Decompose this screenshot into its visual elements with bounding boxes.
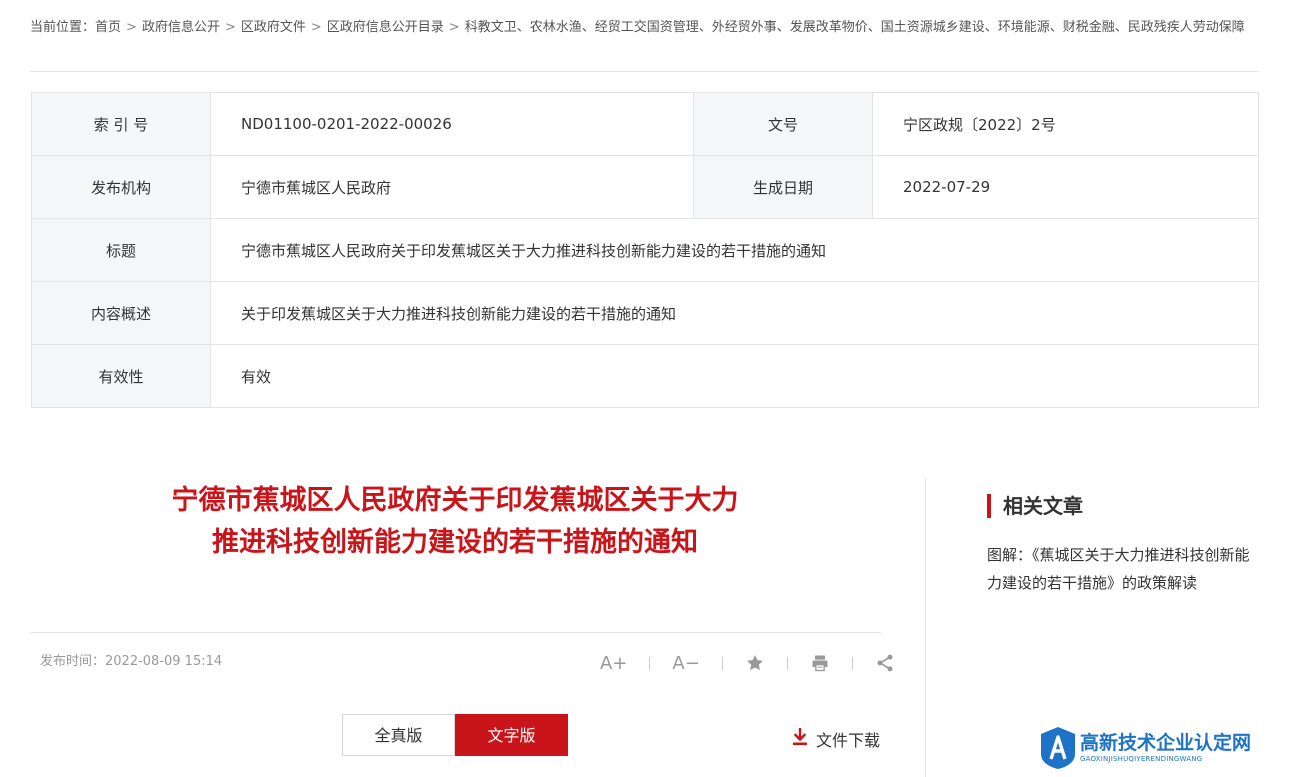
- watermark-text: 高新技术企业认定网 GAOXINJISHUQIYERENDINGWANG: [1080, 732, 1251, 764]
- table-row: 发布机构 宁德市蕉城区人民政府 生成日期 2022-07-29: [31, 155, 1259, 219]
- validity-label: 有效性: [31, 344, 211, 408]
- validity-value: 有效: [210, 344, 1259, 408]
- file-download-link[interactable]: 文件下载: [792, 727, 880, 751]
- share-icon[interactable]: [875, 653, 895, 673]
- article-toolbar: A+ A−: [600, 650, 895, 676]
- docno-value: 宁区政规〔2022〕2号: [872, 92, 1259, 156]
- toolbar-divider: [721, 656, 723, 670]
- watermark-logo-icon: [1041, 727, 1075, 769]
- font-decrease-button[interactable]: A−: [672, 653, 699, 674]
- version-switch: 全真版 文字版: [342, 714, 568, 756]
- index-label: 索 引 号: [31, 92, 211, 156]
- watermark-pinyin: GAOXINJISHUQIYERENDINGWANG: [1080, 755, 1203, 763]
- title-value: 宁德市蕉城区人民政府关于印发蕉城区关于大力推进科技创新能力建设的若干措施的通知: [210, 218, 1259, 282]
- summary-value: 关于印发蕉城区关于大力推进科技创新能力建设的若干措施的通知: [210, 281, 1259, 345]
- page: 当前位置：首页 > 政府信息公开 > 区政府文件 > 区政府信息公开目录 > 科教文卫、农林水渔…: [0, 0, 1289, 777]
- breadcrumb-catalog[interactable]: 区政府信息公开目录: [327, 20, 444, 35]
- breadcrumb-separator: >: [448, 20, 460, 35]
- star-icon[interactable]: [745, 653, 765, 673]
- download-label: 文件下载: [816, 731, 881, 750]
- breadcrumb-separator: >: [126, 20, 137, 35]
- download-icon: [792, 727, 816, 750]
- column-divider: [925, 478, 926, 777]
- toolbar-divider: [851, 656, 853, 670]
- breadcrumb-separator: >: [224, 20, 236, 35]
- breadcrumb-prefix: 当前位置：: [30, 20, 96, 35]
- breadcrumb-separator: >: [310, 20, 322, 35]
- date-label: 生成日期: [693, 155, 873, 219]
- table-row: 有效性 有效: [31, 344, 1259, 408]
- publisher-label: 发布机构: [31, 155, 211, 219]
- breadcrumb-category[interactable]: 科教文卫、农林水渔、经贸工交国资管理、外经贸外事、发展改革物价、国土资源城乡建设…: [465, 20, 1245, 35]
- docno-label: 文号: [693, 92, 873, 156]
- publisher-value: 宁德市蕉城区人民政府: [210, 155, 694, 219]
- toolbar-divider: [649, 656, 651, 670]
- date-value: 2022-07-29: [872, 155, 1259, 219]
- table-row: 索 引 号 ND01100-0201-2022-00026 文号 宁区政规〔20…: [31, 92, 1259, 156]
- breadcrumb: 当前位置：首页 > 政府信息公开 > 区政府文件 > 区政府信息公开目录 > 科教文卫、农林水渔…: [30, 17, 1260, 39]
- text-version-button[interactable]: 文字版: [455, 714, 568, 756]
- table-row: 标题 宁德市蕉城区人民政府关于印发蕉城区关于大力推进科技创新能力建设的若干措施的…: [31, 218, 1259, 282]
- related-articles-heading: 相关文章: [987, 494, 1083, 518]
- watermark: 高新技术企业认定网 GAOXINJISHUQIYERENDINGWANG: [1040, 726, 1251, 770]
- breadcrumb-home[interactable]: 首页: [95, 20, 121, 35]
- breadcrumb-gov-info[interactable]: 政府信息公开: [142, 20, 220, 35]
- breadcrumb-district-docs[interactable]: 区政府文件: [241, 20, 306, 35]
- breadcrumb-divider: [30, 71, 1259, 72]
- article-divider: [30, 632, 881, 633]
- full-version-button[interactable]: 全真版: [342, 714, 455, 756]
- toolbar-divider: [786, 656, 788, 670]
- article-title: 宁德市蕉城区人民政府关于印发蕉城区关于大力推进科技创新能力建设的若干措施的通知: [171, 485, 739, 558]
- document-metadata-table: 索 引 号 ND01100-0201-2022-00026 文号 宁区政规〔20…: [31, 92, 1259, 408]
- index-value: ND01100-0201-2022-00026: [210, 92, 694, 156]
- summary-label: 内容概述: [31, 281, 211, 345]
- publish-time: 发布时间：2022-08-09 15:14: [40, 654, 223, 669]
- watermark-name: 高新技术企业认定网: [1080, 732, 1252, 754]
- table-row: 内容概述 关于印发蕉城区关于大力推进科技创新能力建设的若干措施的通知: [31, 281, 1259, 345]
- font-increase-button[interactable]: A+: [600, 653, 627, 674]
- print-icon[interactable]: [810, 653, 830, 673]
- title-label: 标题: [31, 218, 211, 282]
- related-article-link[interactable]: 图解：《蕉城区关于大力推进科技创新能力建设的若干措施》的政策解读: [987, 541, 1252, 597]
